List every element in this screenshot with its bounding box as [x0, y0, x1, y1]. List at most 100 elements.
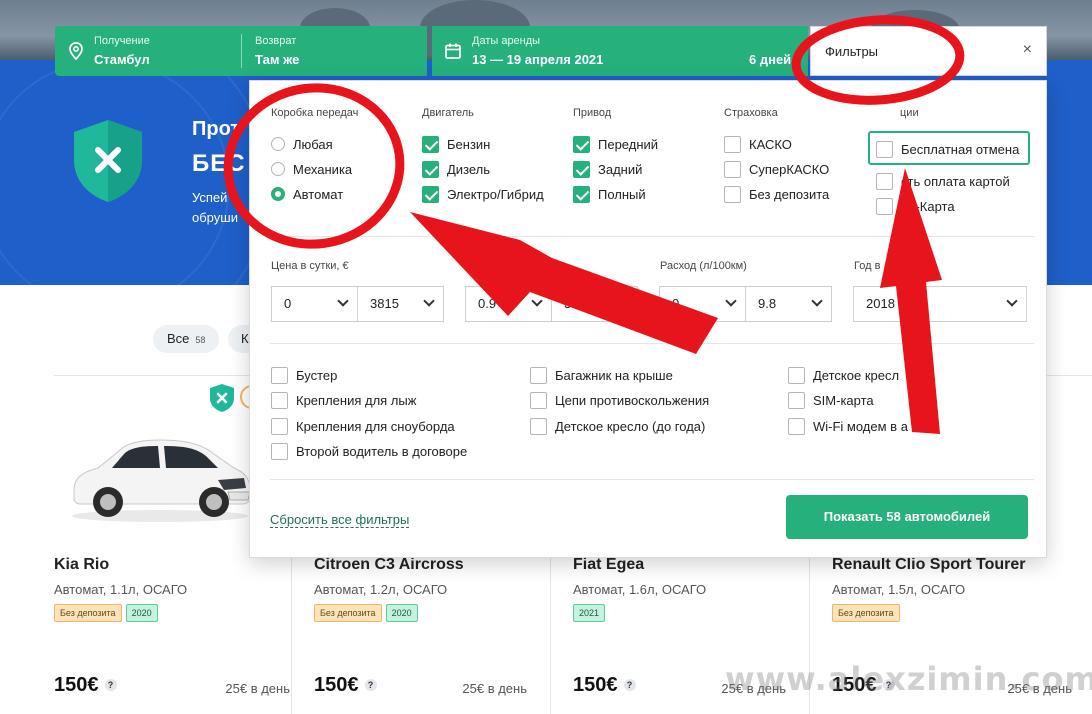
extra-option[interactable]: Крепления для сноуборда — [271, 417, 455, 435]
show-cars-button[interactable]: Показать 58 автомобилей — [786, 495, 1028, 539]
year-badge: 2020 — [125, 604, 158, 622]
dates-selector[interactable]: Даты аренды 13 — 19 апреля 2021 6 дней — [432, 26, 808, 76]
return-label: Возврат — [255, 35, 297, 47]
option-mini-card[interactable]: ин-Карта — [876, 197, 955, 215]
checkbox[interactable] — [788, 391, 805, 409]
option-label: Передний — [598, 136, 659, 152]
filters-toggle[interactable]: Фильтры × — [810, 26, 1047, 76]
promo-text-line: обруши — [192, 210, 238, 225]
tab-label: К — [241, 331, 249, 346]
consumption-from-select[interactable]: 0 — [659, 286, 746, 322]
extra-option[interactable]: Бустер — [271, 366, 337, 384]
pickup-value[interactable]: Стамбул — [94, 52, 150, 67]
gearbox-option-automatic[interactable]: Автомат — [271, 185, 343, 203]
radio-button-selected[interactable] — [271, 187, 285, 201]
volume-from-select[interactable]: 0.9 — [465, 286, 552, 322]
extra-option[interactable]: Крепления для лыж — [271, 391, 416, 409]
calendar-icon — [445, 43, 461, 59]
extra-option[interactable]: Второй водитель в договоре — [271, 442, 467, 460]
engine-option-petrol[interactable]: Бензин — [422, 135, 490, 153]
car-name[interactable]: Kia Rio — [54, 556, 109, 574]
option-label: Детское кресло (до года) — [555, 418, 706, 434]
price-from-select[interactable]: 0 — [271, 286, 358, 322]
extra-option[interactable]: Цепи противоскольжения — [530, 391, 709, 409]
consumption-to-select[interactable]: 9.8 — [745, 286, 832, 322]
radio-button[interactable] — [271, 137, 285, 151]
checkbox-checked[interactable] — [422, 160, 439, 178]
engine-option-diesel[interactable]: Дизель — [422, 160, 490, 178]
checkbox-checked[interactable] — [573, 135, 590, 153]
extra-option[interactable]: Wi-Fi модем в а — [788, 417, 908, 435]
checkbox-checked[interactable] — [573, 185, 590, 203]
option-label: Крепления для лыж — [296, 392, 417, 408]
checkbox[interactable] — [788, 366, 805, 384]
shield-icon — [74, 120, 142, 202]
insurance-option-superkasko[interactable]: СуперКАСКО — [724, 160, 829, 178]
drive-option-awd[interactable]: Полный — [573, 185, 646, 203]
option-card-payment[interactable]: сть оплата картой — [876, 172, 1010, 190]
radio-button[interactable] — [271, 162, 285, 176]
option-free-cancellation[interactable]: Бесплатная отмена — [876, 140, 1019, 158]
checkbox[interactable] — [724, 135, 741, 153]
car-name[interactable]: Fiat Egea — [573, 556, 644, 574]
location-selector[interactable]: Получение Стамбул Возврат Там же — [55, 26, 427, 76]
option-label: Автомат — [293, 186, 344, 202]
checkbox[interactable] — [788, 417, 805, 435]
insurance-option-kasko[interactable]: КАСКО — [724, 135, 792, 153]
checkbox-checked[interactable] — [573, 160, 590, 178]
checkbox[interactable] — [876, 172, 893, 190]
checkbox[interactable] — [530, 417, 547, 435]
deposit-badge: Без депозита — [832, 604, 900, 622]
car-price: 150€? — [314, 674, 377, 697]
drive-option-front[interactable]: Передний — [573, 135, 658, 153]
tab-all[interactable]: Все 58 — [153, 325, 220, 353]
extra-option[interactable]: SIM-карта — [788, 391, 874, 409]
checkbox[interactable] — [724, 160, 741, 178]
extra-option[interactable]: Багажник на крыше — [530, 366, 673, 384]
checkbox[interactable] — [271, 366, 288, 384]
drive-option-rear[interactable]: Задний — [573, 160, 642, 178]
close-icon[interactable]: × — [1023, 41, 1032, 59]
option-label: СуперКАСКО — [749, 161, 830, 177]
watermark: www.alexzimin.com — [725, 660, 1092, 698]
car-price: 150€? — [573, 674, 636, 697]
option-label: КАСКО — [749, 136, 792, 152]
help-icon[interactable]: ? — [623, 679, 636, 691]
option-label: Дизель — [447, 161, 491, 177]
checkbox[interactable] — [530, 391, 547, 409]
extra-option[interactable]: Детское кресло (до года) — [530, 417, 705, 435]
car-name[interactable]: Renault Clio Sport Tourer — [832, 556, 1025, 574]
checkbox[interactable] — [271, 417, 288, 435]
extra-option[interactable]: Детское кресл — [788, 366, 899, 384]
reset-filters-link[interactable]: Сбросить все фильтры — [270, 512, 410, 528]
price-to-select[interactable]: 3815 — [357, 286, 444, 322]
checkbox[interactable] — [271, 391, 288, 409]
price-per-day: 25€ в день — [225, 681, 290, 696]
car-badges: Без депозита 2020 — [54, 604, 158, 622]
select-value: 0 — [672, 296, 680, 311]
help-icon[interactable]: ? — [364, 679, 377, 691]
dates-label: Даты аренды — [472, 35, 541, 47]
return-value[interactable]: Там же — [255, 52, 299, 67]
checkbox[interactable] — [530, 366, 547, 384]
gearbox-option-manual[interactable]: Механика — [271, 160, 352, 178]
checkbox-checked[interactable] — [422, 135, 439, 153]
checkbox-checked[interactable] — [422, 185, 439, 203]
checkbox[interactable] — [724, 185, 741, 203]
checkbox[interactable] — [876, 140, 893, 158]
promo-text: Успей обруши — [192, 188, 252, 228]
checkbox[interactable] — [271, 442, 288, 460]
option-label: Wi-Fi модем в а — [813, 418, 908, 434]
gearbox-title: Коробка передач — [271, 107, 359, 119]
help-icon[interactable]: ? — [104, 679, 117, 691]
checkbox[interactable] — [876, 197, 893, 215]
engine-title: Двигатель — [422, 107, 474, 119]
gearbox-option-any[interactable]: Любая — [271, 135, 333, 153]
car-name[interactable]: Citroen C3 Aircross — [314, 556, 464, 574]
engine-option-electric[interactable]: Электро/Гибрид — [422, 185, 544, 203]
volume-to-select[interactable]: 3 — [551, 286, 638, 322]
select-value: 3 — [564, 296, 572, 311]
year-select[interactable]: 2018 — [853, 286, 1027, 322]
car-spec: Автомат, 1.1л, ОСАГО — [54, 582, 188, 597]
insurance-option-no-deposit[interactable]: Без депозита — [724, 185, 829, 203]
